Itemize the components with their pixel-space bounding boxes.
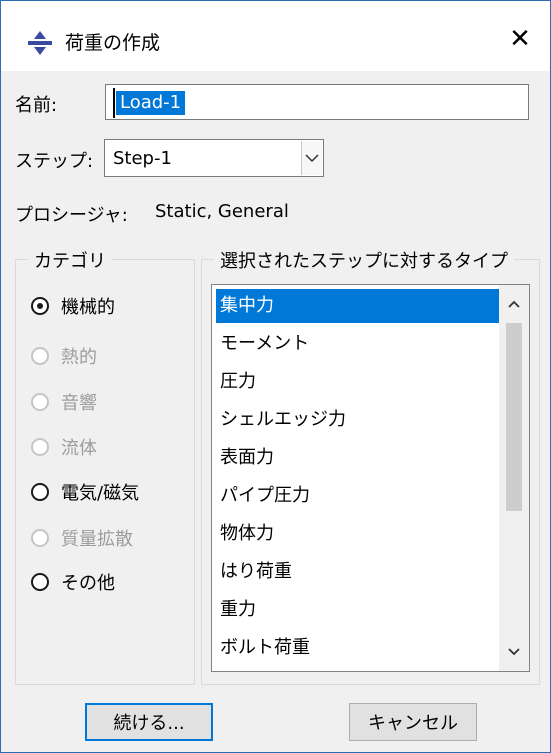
- scroll-down-arrow-icon[interactable]: [499, 637, 529, 667]
- radio-label: 電気/磁気: [61, 483, 140, 504]
- radio-button-icon: [31, 347, 49, 365]
- step-label: ステップ:: [15, 151, 94, 172]
- type-listbox[interactable]: 集中力 モーメント 圧力 シェルエッジ力 表面力 パイプ圧力 物体力 はり荷重 …: [211, 284, 530, 672]
- cancel-button[interactable]: キャンセル: [349, 703, 477, 741]
- close-icon[interactable]: ✕: [490, 15, 550, 63]
- list-item[interactable]: 表面力: [216, 441, 500, 475]
- radio-label: 質量拡散: [61, 529, 133, 550]
- list-item[interactable]: はり荷重: [216, 555, 500, 589]
- window-title: 荷重の作成: [65, 32, 161, 54]
- list-item[interactable]: 圧力: [216, 365, 500, 399]
- load-manager-icon: [27, 30, 53, 56]
- list-item[interactable]: モーメント: [216, 327, 500, 361]
- text-caret: [113, 88, 115, 118]
- name-input[interactable]: Load-1: [105, 84, 529, 120]
- radio-button-icon: [31, 393, 49, 411]
- radio-label: 熱的: [61, 347, 97, 368]
- radio-button-icon: [31, 573, 49, 591]
- category-group-title: カテゴリ: [28, 247, 112, 273]
- radio-label: 流体: [61, 438, 97, 459]
- list-item[interactable]: 集中力: [216, 289, 500, 323]
- radio-label: その他: [61, 573, 115, 594]
- radio-label: 機械的: [61, 297, 115, 318]
- list-item[interactable]: シェルエッジ力: [216, 403, 500, 437]
- name-label: 名前:: [15, 95, 58, 116]
- radio-button-icon: [31, 529, 49, 547]
- step-select[interactable]: Step-1: [104, 139, 324, 177]
- title-bar[interactable]: 荷重の作成 ✕: [1, 1, 550, 71]
- list-item[interactable]: ボルト荷重: [216, 631, 500, 665]
- scroll-up-arrow-icon[interactable]: [499, 289, 529, 319]
- radio-button-icon: [31, 438, 49, 456]
- continue-button[interactable]: 続ける...: [85, 703, 213, 741]
- scrollbar-thumb[interactable]: [506, 323, 522, 511]
- list-scrollbar[interactable]: [499, 285, 529, 671]
- list-item[interactable]: パイプ圧力: [216, 479, 500, 513]
- radio-button-selected-icon: [31, 297, 49, 315]
- name-input-value: Load-1: [116, 91, 186, 115]
- radio-label: 音響: [61, 393, 97, 414]
- radio-button-icon: [31, 483, 49, 501]
- procedure-value: Static, General: [155, 201, 289, 222]
- step-select-value: Step-1: [113, 148, 172, 169]
- create-load-dialog: 荷重の作成 ✕ 名前: Load-1 ステップ: Step-1 プロシージャ: …: [0, 0, 551, 753]
- list-item[interactable]: 重力: [216, 593, 500, 627]
- procedure-label: プロシージャ:: [15, 205, 128, 226]
- category-group: カテゴリ: [15, 247, 195, 685]
- list-item[interactable]: 物体力: [216, 517, 500, 551]
- type-group-title: 選択されたステップに対するタイプ: [214, 247, 514, 273]
- chevron-down-icon[interactable]: [301, 141, 322, 175]
